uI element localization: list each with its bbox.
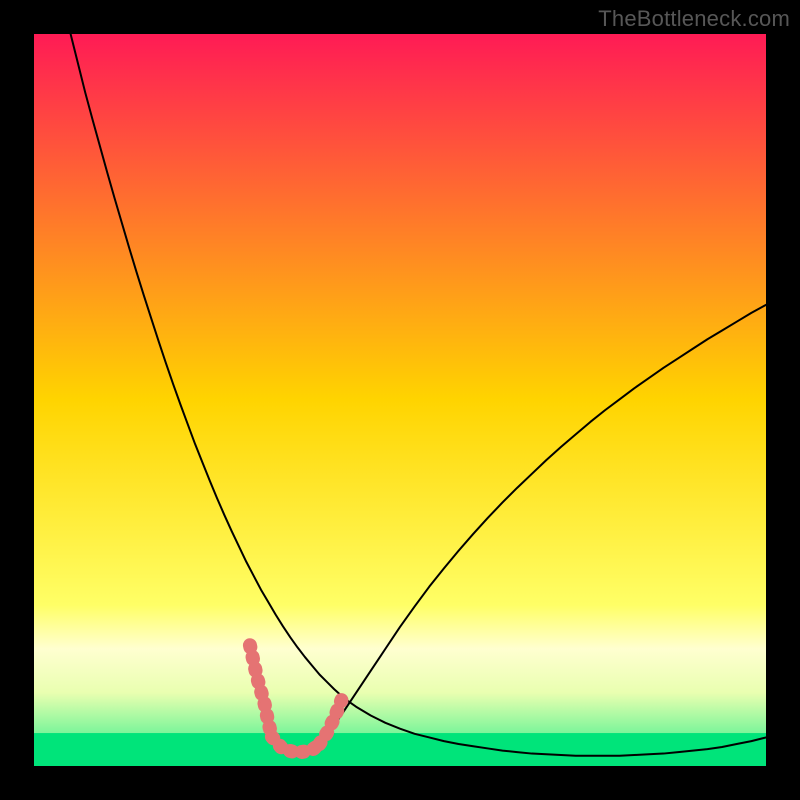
plot-area: [34, 34, 766, 766]
gradient-background: [34, 34, 766, 766]
chart-svg: [34, 34, 766, 766]
optimal-band: [34, 733, 766, 766]
watermark-text: TheBottleneck.com: [598, 6, 790, 32]
chart-stage: TheBottleneck.com: [0, 0, 800, 800]
